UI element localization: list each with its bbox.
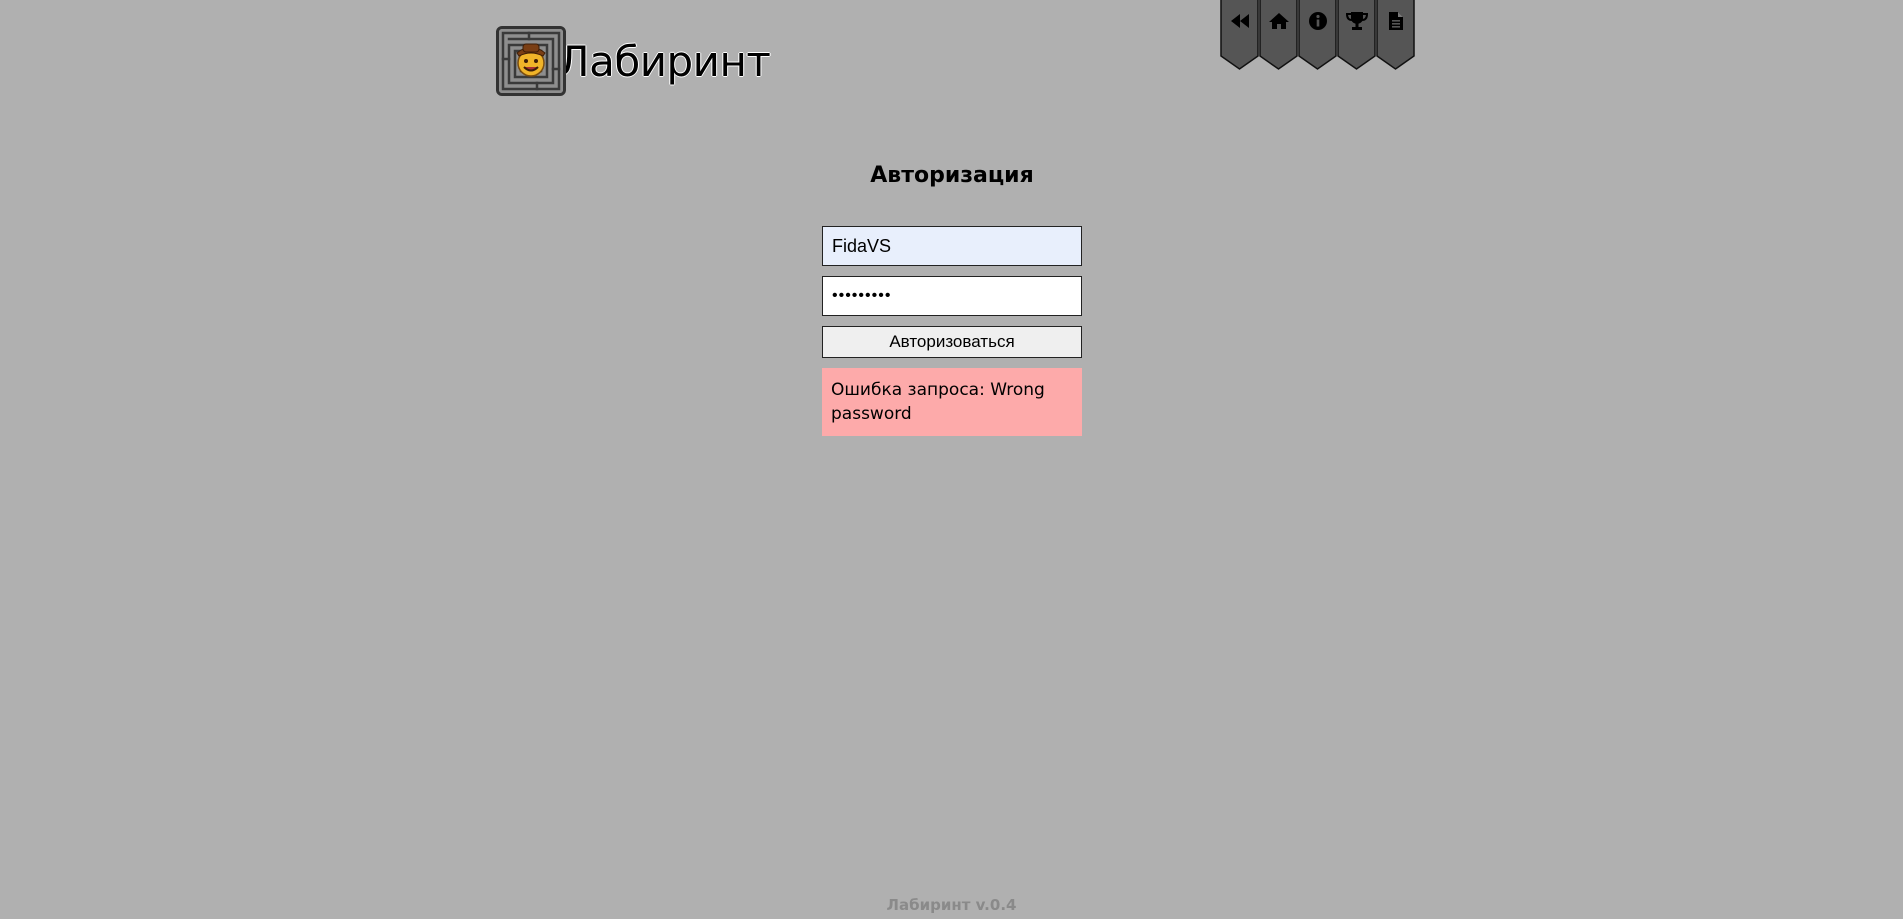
- auth-form: Авторизация Авторизоваться Ошибка запрос…: [822, 160, 1082, 436]
- nav-home-button[interactable]: [1259, 0, 1298, 70]
- password-input[interactable]: [822, 276, 1082, 316]
- nav-leaderboard-button[interactable]: [1337, 0, 1376, 70]
- error-message: Ошибка запроса: Wrong password: [822, 368, 1082, 436]
- app-title: Лабиринт: [558, 36, 771, 86]
- auth-title: Авторизация: [870, 163, 1034, 188]
- login-input[interactable]: [822, 226, 1082, 266]
- nav-info-button[interactable]: [1298, 0, 1337, 70]
- home-icon: [1259, 10, 1298, 32]
- info-icon: [1298, 10, 1337, 32]
- nav-back-button[interactable]: [1220, 0, 1259, 70]
- nav-rules-button[interactable]: [1376, 0, 1415, 70]
- app-logo[interactable]: Лабиринт: [496, 26, 771, 96]
- rewind-icon: [1220, 10, 1259, 32]
- version-footer: Лабиринт v.0.4: [886, 896, 1017, 914]
- document-icon: [1376, 10, 1415, 32]
- login-button[interactable]: Авторизоваться: [822, 326, 1082, 358]
- page: Лабиринт Авторизация FidaVS ••••••••• Ав…: [0, 0, 1903, 919]
- trophy-icon: [1337, 10, 1376, 32]
- top-navigation: [1220, 0, 1415, 70]
- maze-logo-icon: [496, 26, 566, 96]
